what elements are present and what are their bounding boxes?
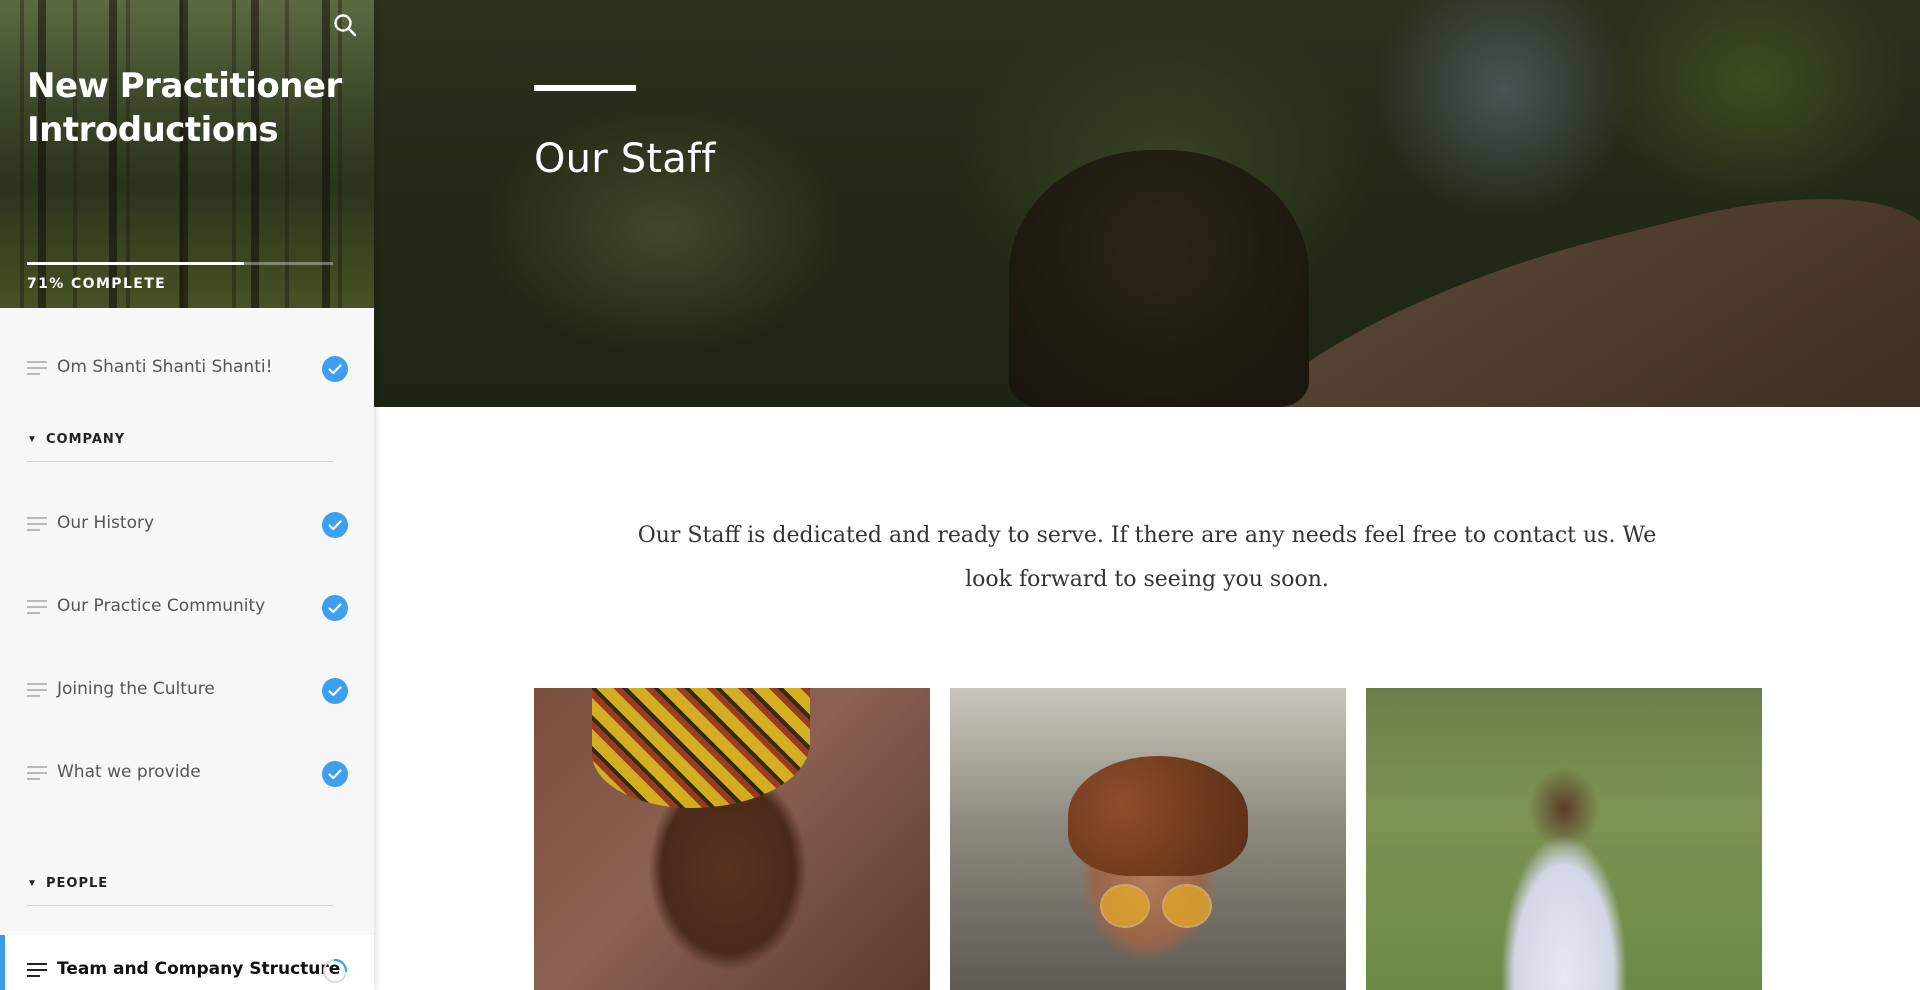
section-people[interactable]: ▼ PEOPLE (27, 866, 333, 906)
staff-photo-man-meditating (1366, 688, 1762, 990)
hero-background-shape (1173, 161, 1920, 407)
lines-icon (27, 766, 47, 780)
lesson-item-active[interactable]: Team and Company Structure (0, 935, 374, 990)
lesson-label: Our History (57, 513, 155, 533)
lesson-content: Our Staff Our Staff is dedicated and rea… (374, 0, 1920, 990)
lines-icon (27, 963, 47, 977)
course-progress-fill (27, 262, 245, 265)
spinner-icon (323, 958, 348, 983)
check-circle-icon (322, 356, 348, 382)
lesson-item[interactable]: What we provide (0, 738, 374, 808)
lines-icon (27, 361, 47, 375)
hero-background-shape (1009, 150, 1309, 407)
staff-photo-woman-headwrap (534, 688, 930, 990)
caret-down-icon: ▼ (27, 434, 37, 445)
hero-background-shape (1374, 0, 1634, 220)
lines-icon (27, 683, 47, 697)
section-company[interactable]: ▼ COMPANY (27, 422, 333, 462)
hair-shape (1068, 756, 1248, 876)
section-label: PEOPLE (46, 876, 109, 891)
section-label: COMPANY (46, 432, 126, 447)
check-circle-icon (322, 761, 348, 787)
check-circle-icon (322, 595, 348, 621)
course-sidebar: New Practitioner Introductions 71% COMPL… (0, 0, 374, 990)
lesson-label: Joining the Culture (57, 679, 215, 699)
course-header: New Practitioner Introductions 71% COMPL… (0, 0, 374, 308)
staff-photo-man-glasses (950, 688, 1346, 990)
check-circle-icon (322, 678, 348, 704)
active-indicator (0, 935, 5, 990)
lesson-label: Om Shanti Shanti Shanti! (57, 357, 273, 377)
page-title: Our Staff (534, 136, 716, 182)
staff-gallery (534, 688, 1762, 990)
course-title: New Practitioner Introductions (27, 66, 342, 150)
caret-down-icon: ▼ (27, 878, 37, 889)
lesson-label: Team and Company Structure (57, 959, 341, 979)
lesson-label: What we provide (57, 762, 201, 782)
course-progress-label: 71% COMPLETE (27, 276, 167, 292)
lines-icon (27, 517, 47, 531)
lesson-item[interactable]: Joining the Culture (0, 655, 374, 725)
check-circle-icon (322, 512, 348, 538)
search-icon[interactable] (332, 12, 358, 38)
lesson-item[interactable]: Our History (0, 489, 374, 559)
hero-accent-line (534, 85, 636, 91)
lesson-label: Our Practice Community (57, 596, 266, 616)
lines-icon (27, 600, 47, 614)
lesson-item[interactable]: Om Shanti Shanti Shanti! (0, 333, 374, 403)
intro-paragraph: Our Staff is dedicated and ready to serv… (637, 523, 1657, 592)
glasses-shape (1100, 884, 1212, 928)
lesson-item[interactable]: Our Practice Community (0, 572, 374, 642)
hero-banner: Our Staff (374, 0, 1920, 407)
course-progress-bar (27, 262, 333, 265)
headwrap-shape (592, 688, 810, 808)
